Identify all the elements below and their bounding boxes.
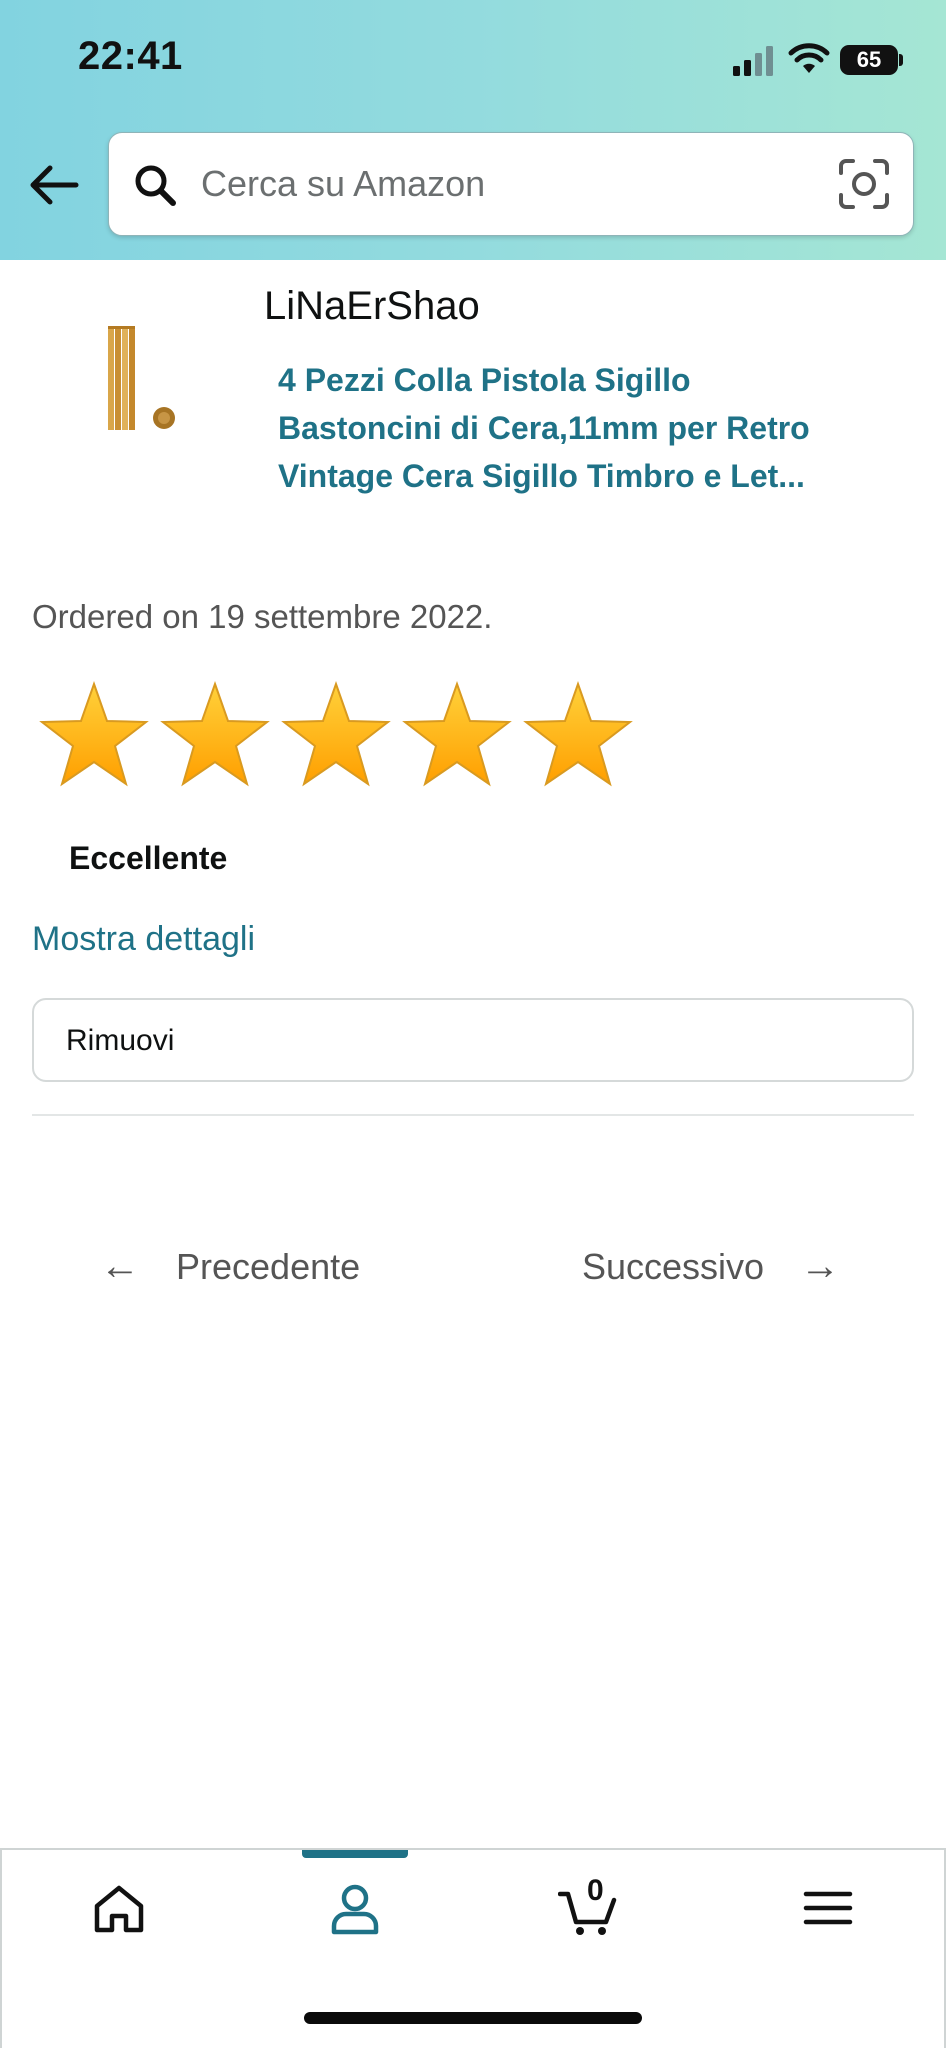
arrow-right-icon: → (800, 1244, 841, 1288)
search-icon (135, 165, 176, 206)
wifi-icon (788, 43, 830, 73)
home-icon[interactable] (89, 1878, 149, 1938)
rating-label: Eccellente (69, 840, 228, 876)
active-tab-indicator (302, 1850, 408, 1858)
star-icon-4[interactable] (401, 680, 513, 788)
cellular-signal-icon (733, 46, 773, 76)
status-time: 22:41 (78, 34, 183, 78)
star-icon-5[interactable] (522, 680, 634, 788)
previous-label: Precedente (176, 1246, 361, 1287)
product-title-link[interactable]: 4 Pezzi Colla Pistola Sigillo Bastoncini… (278, 356, 838, 500)
divider (32, 1114, 914, 1116)
battery-indicator: 65 (840, 45, 898, 75)
seller-name: LiNaErShao (264, 284, 480, 328)
battery-tip (899, 54, 903, 66)
star-icon-2[interactable] (159, 680, 271, 788)
previous-button[interactable]: ← Precedente (100, 1244, 360, 1289)
back-arrow-icon[interactable] (26, 160, 82, 210)
show-details-link[interactable]: Mostra dettagli (32, 920, 255, 959)
next-button[interactable]: Successivo → (582, 1244, 840, 1289)
home-indicator[interactable] (304, 2012, 642, 2024)
camera-scan-icon[interactable] (837, 157, 891, 211)
cart-count-badge: 0 (587, 1874, 604, 1907)
account-icon[interactable] (325, 1878, 385, 1938)
star-icon-3[interactable] (280, 680, 392, 788)
order-date: Ordered on 19 settembre 2022. (32, 598, 493, 635)
remove-button[interactable]: Rimuovi (32, 998, 914, 1082)
product-thumbnail[interactable] (90, 310, 200, 440)
search-bar[interactable]: Cerca su Amazon (108, 132, 914, 236)
arrow-left-icon: ← (100, 1244, 140, 1288)
star-icon-1[interactable] (38, 680, 150, 788)
remove-button-label: Rimuovi (66, 1024, 175, 1057)
header: 22:41 65 Cerca su Amazon (0, 0, 946, 260)
search-input[interactable]: Cerca su Amazon (201, 163, 485, 205)
menu-icon[interactable] (798, 1878, 858, 1938)
next-label: Successivo (582, 1246, 765, 1287)
